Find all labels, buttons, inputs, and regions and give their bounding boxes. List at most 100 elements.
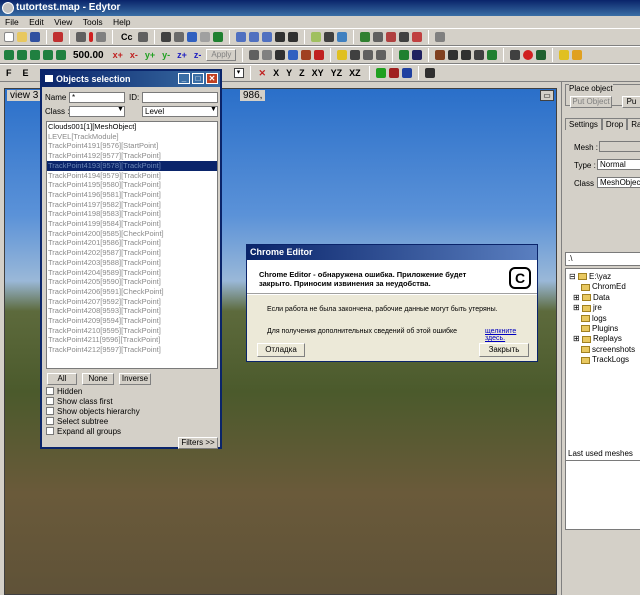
select-icon[interactable] [137,32,148,42]
tool3-icon[interactable] [30,50,40,60]
list-item[interactable]: TrackPoint4200[9585][CheckPoint] [47,229,217,239]
tab-rand[interactable]: Rand [627,118,640,130]
link-icon[interactable] [448,50,459,60]
last-used-list[interactable] [565,460,640,530]
color-icon[interactable] [385,32,396,42]
list-item[interactable]: TrackPoint4208[9593][TrackPoint] [47,306,217,316]
axis-xz-button[interactable]: XZ [349,68,361,78]
select-all-button[interactable]: All [47,373,77,385]
script-icon[interactable] [559,50,570,60]
class-select[interactable]: MeshObject [597,177,640,188]
info-icon[interactable] [434,32,445,42]
paint-icon[interactable] [301,50,312,60]
list-item[interactable]: TrackPoint4197[9582][TrackPoint] [47,200,217,210]
grid-size[interactable]: 500.00 [73,50,104,61]
put-object-button[interactable]: Put Object [570,96,612,108]
y-plus-button[interactable]: y+ [145,50,155,60]
disk-icon[interactable] [412,50,423,60]
list-item[interactable]: TrackPoint4204[9589][TrackPoint] [47,268,217,278]
hierarchy-icon[interactable] [398,32,409,42]
list-item[interactable]: TrackPoint4209[9594][TrackPoint] [47,316,217,326]
layers-icon[interactable] [323,32,334,42]
debug-button[interactable]: Отладка [257,343,305,357]
snap2-icon[interactable] [388,68,399,78]
folder-icon[interactable] [572,50,583,60]
tree-node[interactable]: ⊞ Replays [569,334,640,344]
move-icon[interactable] [160,32,171,42]
mesh-field[interactable] [599,141,640,152]
type-select[interactable]: Normal [597,159,640,170]
eye-icon[interactable] [235,32,246,42]
axis-yz-button[interactable]: YZ [331,68,343,78]
eye2-icon[interactable] [248,32,259,42]
rotate-tool-icon[interactable] [262,50,273,60]
tab-settings[interactable]: Settings [565,118,602,130]
expand-groups-checkbox[interactable]: Expand all groups [46,426,140,436]
cross-icon[interactable] [411,32,422,42]
split-icon[interactable] [510,50,521,60]
list-item[interactable]: TrackPoint4192[9577][TrackPoint] [47,151,217,161]
menu-file[interactable]: File [5,17,19,27]
select-subtree-checkbox[interactable]: Select subtree [46,416,140,426]
list-item[interactable]: TrackPoint4196[9581][TrackPoint] [47,190,217,200]
pen-icon[interactable] [274,32,285,42]
pin-tool-icon[interactable] [275,50,286,60]
chevron-down-icon[interactable]: ▼ [210,106,217,113]
f-button[interactable]: F [6,68,12,78]
close-button[interactable]: ✕ [206,73,218,84]
copy-icon[interactable] [76,32,86,42]
net-icon[interactable] [461,50,472,60]
stop-icon[interactable] [523,50,534,60]
terrain-icon[interactable] [310,32,321,42]
e-button[interactable]: E [23,68,29,78]
tree-node[interactable]: TrackLogs [569,355,640,365]
list-item[interactable]: TrackPoint4206[9591][CheckPoint] [47,287,217,297]
maximize-viewport-button[interactable]: ▭ [540,90,554,101]
tree-icon[interactable] [212,32,223,42]
tool4-icon[interactable] [43,50,53,60]
tool5-icon[interactable] [56,50,66,60]
list-item[interactable]: TrackPoint4203[9588][TrackPoint] [47,258,217,268]
cc-icon[interactable]: Cc [121,32,133,42]
list-item[interactable]: TrackPoint4201[9586][TrackPoint] [47,238,217,248]
x-minus-button[interactable]: x- [130,50,138,60]
properties-icon[interactable] [96,32,106,42]
apply-button[interactable]: Apply [206,49,237,61]
select-inverse-button[interactable]: Inverse [119,373,151,385]
tree-node[interactable]: ⊞ jre [569,303,640,313]
details-link[interactable]: щелкните здесь. [485,328,537,342]
tree-node[interactable]: ⊟ E:\yaz [569,272,640,282]
run-icon[interactable] [435,50,446,60]
show-hierarchy-checkbox[interactable]: Show objects hierarchy [46,406,140,416]
open-icon[interactable] [17,32,27,42]
tree-node[interactable]: ⊞ Data [569,293,640,303]
z-plus-button[interactable]: z+ [177,50,187,60]
pin-icon[interactable] [287,32,298,42]
level-select[interactable]: Level [142,106,218,117]
light-icon[interactable] [336,32,347,42]
snap-icon[interactable] [375,68,386,78]
text-icon[interactable] [372,32,383,42]
minimize-button[interactable]: _ [178,73,190,84]
x-cross-icon[interactable]: ✕ [259,68,267,79]
maximize-button[interactable]: □ [192,73,204,84]
export-icon[interactable] [487,50,498,60]
eye3-icon[interactable] [261,32,272,42]
fire-icon[interactable] [314,50,325,60]
list-item[interactable]: TrackPoint4211[9596][TrackPoint] [47,335,217,345]
tree-node[interactable]: ChromEd [569,282,640,292]
tree-node[interactable]: Plugins [569,324,640,334]
cursor-icon[interactable] [288,50,299,60]
view-icon[interactable] [363,50,374,60]
hidden-checkbox[interactable]: Hidden [46,386,140,396]
hand-icon[interactable] [249,50,260,60]
tree-node[interactable]: logs [569,314,640,324]
put-short-button[interactable]: Pu [622,96,640,108]
bulb-icon[interactable] [337,50,348,60]
list-item[interactable]: TrackPoint4193[9578][TrackPoint] [47,160,217,171]
monitor-icon[interactable] [474,50,485,60]
y-minus-button[interactable]: y- [162,50,170,60]
dropdown-arrow-icon[interactable]: ▾ [233,68,244,78]
menu-view[interactable]: View [54,17,72,27]
show-class-first-checkbox[interactable]: Show class first [46,396,140,406]
